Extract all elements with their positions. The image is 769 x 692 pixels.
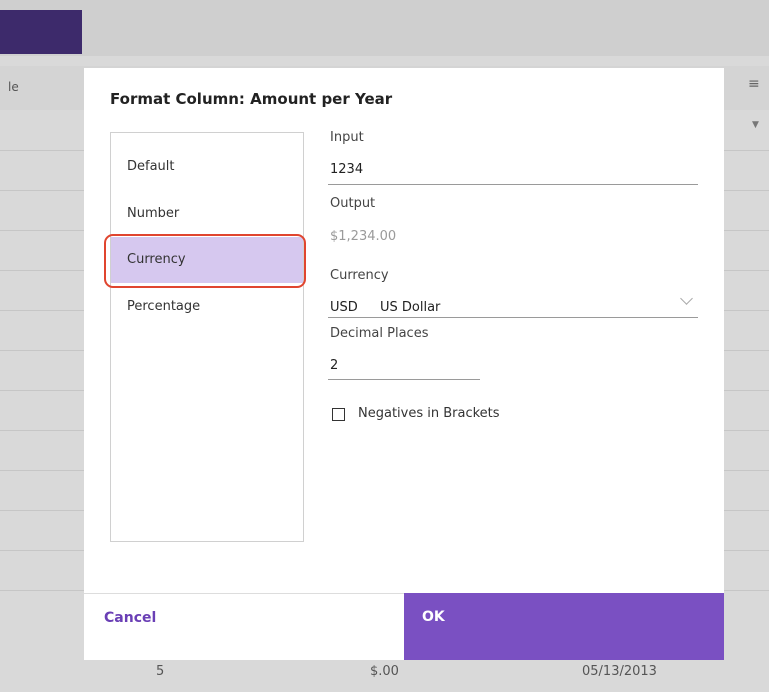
currency-code[interactable]: USD	[330, 300, 358, 315]
column-header: le	[8, 80, 19, 94]
currency-label: Currency	[330, 268, 389, 283]
output-value: $1,234.00	[330, 229, 397, 244]
cancel-button[interactable]: Cancel	[84, 593, 404, 660]
hamburger-icon: ≡	[748, 76, 760, 92]
input-label: Input	[330, 130, 364, 145]
table-cell: $.00	[370, 664, 399, 679]
input-field[interactable]: 1234	[330, 162, 363, 177]
negatives-label: Negatives in Brackets	[358, 406, 500, 421]
table-cell: 05/13/2013	[582, 664, 657, 679]
app-primary-button	[0, 10, 82, 54]
ok-button-label: OK	[422, 609, 445, 625]
negatives-checkbox[interactable]	[332, 408, 345, 421]
input-underline	[328, 184, 698, 185]
format-type-list: Default Number Currency Percentage	[110, 132, 304, 542]
cancel-button-label: Cancel	[104, 610, 157, 626]
table-row: 5 $.00 05/13/2013	[0, 660, 769, 692]
format-column-dialog: Format Column: Amount per Year Default N…	[84, 68, 724, 660]
filter-icon: ▼	[752, 120, 759, 130]
selection-highlight-ring	[104, 234, 306, 288]
format-option-default[interactable]: Default	[111, 144, 303, 190]
app-toolbar	[0, 0, 769, 56]
decimal-underline	[328, 379, 480, 380]
currency-underline	[328, 317, 698, 318]
ok-button[interactable]: OK	[404, 593, 724, 660]
decimal-places-input[interactable]: 2	[330, 358, 338, 373]
dialog-title: Format Column: Amount per Year	[110, 90, 393, 108]
table-cell: 5	[156, 664, 165, 679]
currency-name[interactable]: US Dollar	[380, 300, 440, 315]
decimal-places-label: Decimal Places	[330, 326, 429, 341]
output-label: Output	[330, 196, 376, 211]
format-option-percentage[interactable]: Percentage	[111, 284, 303, 330]
format-option-number[interactable]: Number	[111, 191, 303, 237]
chevron-down-icon[interactable]	[680, 292, 693, 305]
